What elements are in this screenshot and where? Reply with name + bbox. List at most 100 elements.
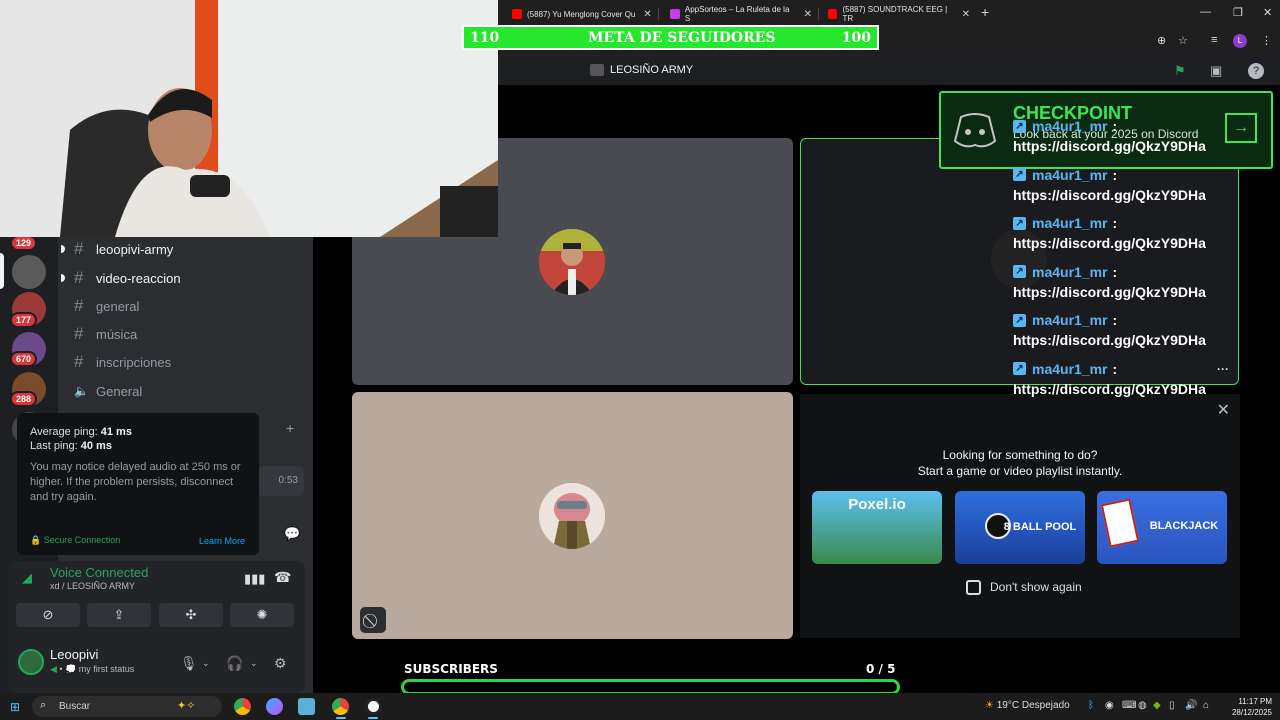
tray-app-icon[interactable]: ◍: [1138, 700, 1147, 711]
chevron-down-icon[interactable]: ⌄: [202, 658, 210, 669]
browser-menu-icon[interactable]: ⋮: [1261, 34, 1272, 47]
server-icon[interactable]: [12, 255, 46, 289]
obs-icon[interactable]: [365, 698, 382, 715]
activity-prompt-title: Looking for something to do?: [942, 448, 1098, 462]
file-app-icon[interactable]: [298, 698, 315, 715]
channel-musica[interactable]: # música: [74, 323, 137, 345]
gear-icon[interactable]: ⚙: [274, 655, 287, 672]
activity-icon[interactable]: 💬: [284, 526, 300, 542]
tab-divider: [658, 8, 659, 20]
tab-close-icon[interactable]: ✕: [804, 9, 812, 20]
tab-close-icon[interactable]: ✕: [643, 9, 651, 20]
user-custom-status[interactable]: ◀ • 💭 my first status: [50, 664, 134, 675]
bookmark-star-icon[interactable]: ☆: [1178, 34, 1188, 47]
search-placeholder: Buscar: [59, 701, 91, 712]
screen-share-button[interactable]: ⇪: [87, 603, 151, 627]
voice-status[interactable]: Voice Connected: [50, 565, 148, 580]
close-window-button[interactable]: ✕: [1263, 6, 1272, 19]
learn-more-link[interactable]: Learn More: [199, 536, 245, 546]
help-icon[interactable]: ?: [1248, 63, 1264, 79]
noise-suppression-icon[interactable]: ▮▮▮: [244, 571, 265, 587]
tab-title: (5887) SOUNDTRACK EEG | TR: [842, 5, 948, 23]
chrome-profile-icon[interactable]: [332, 698, 349, 715]
tray-app-icon[interactable]: ◉: [1105, 700, 1114, 711]
restore-button[interactable]: ❐: [1233, 6, 1243, 19]
goal-title: META DE SEGUIDORES: [588, 30, 776, 46]
participant-tile-3[interactable]: ⃠: [352, 392, 793, 639]
search-icon: ⌕: [40, 699, 47, 711]
create-channel-icon[interactable]: +: [286, 420, 294, 436]
browser-tab-1[interactable]: (5887) Yu Menglong Cover Qu ✕: [504, 3, 662, 25]
camera-off-icon[interactable]: ⃠: [360, 607, 386, 633]
mention-badge: 129: [10, 235, 38, 251]
speaker-icon: 🔈: [74, 384, 89, 398]
bluetooth-icon[interactable]: ᛒ: [1088, 700, 1094, 711]
game-card-blackjack[interactable]: BLACKJACK: [1097, 491, 1227, 564]
webcam-feed: [0, 0, 498, 237]
chevron-down-icon[interactable]: ⌄: [250, 658, 258, 669]
taskbar-search[interactable]: ⌕ Buscar ✦✧: [32, 696, 222, 717]
windows-start-icon[interactable]: ⊞: [10, 700, 20, 714]
user-badge-icon: ↗: [1013, 216, 1026, 230]
browser-tab-3[interactable]: (5887) SOUNDTRACK EEG | TR ✕: [820, 3, 978, 25]
user-badge-icon: ↗: [1013, 168, 1026, 181]
taskbar-clock[interactable]: 11:17 PM 28/12/2025: [1224, 696, 1272, 718]
user-avatar[interactable]: [18, 649, 44, 675]
new-tab-button[interactable]: +: [981, 4, 989, 20]
discord-voice-header: LEOSIÑO ARMY ⚑ ▣ ?: [498, 57, 1280, 85]
tab-close-icon[interactable]: ✕: [962, 9, 970, 20]
activities-button[interactable]: ✣: [159, 603, 223, 627]
chat-colon: :: [1112, 360, 1118, 377]
username[interactable]: Leoopivi: [50, 647, 98, 662]
stream-chat-overlay: ↗ ma4ur1_mr: https://discord.gg/QkzY9DHa …: [1013, 118, 1273, 409]
dont-show-again-label[interactable]: Don't show again: [990, 580, 1082, 594]
zoom-icon[interactable]: ⊕: [1157, 34, 1166, 47]
channel-video-reaccion[interactable]: # video-reaccion: [61, 267, 181, 289]
dont-show-again-checkbox[interactable]: [966, 580, 981, 595]
channel-inscripciones[interactable]: # inscripciones: [74, 351, 171, 373]
inbox-icon[interactable]: ▣: [1210, 63, 1222, 79]
flag-icon[interactable]: ⚑: [1174, 63, 1186, 79]
disconnect-icon[interactable]: ☎: [274, 569, 291, 586]
search-highlight-icon: ✦✧: [177, 700, 196, 712]
user-badge-icon: ↗: [1013, 313, 1026, 327]
camera-button[interactable]: ⊘: [16, 603, 80, 627]
channel-general[interactable]: # general: [74, 295, 139, 317]
channel-name: leoopivi-army: [96, 241, 174, 257]
language-icon[interactable]: ⌂: [1203, 700, 1209, 711]
copilot-icon[interactable]: [266, 698, 283, 715]
clock-time: 11:17 PM: [1238, 697, 1272, 706]
latency-warning: You may notice delayed audio at 250 ms o…: [30, 461, 241, 503]
chat-username: ma4ur1_mr: [1032, 360, 1108, 377]
tray-app-icon[interactable]: ⌨: [1122, 700, 1136, 711]
more-options-icon[interactable]: ···: [1217, 362, 1229, 376]
microphone-icon[interactable]: 🎙: [180, 655, 198, 672]
headphones-icon[interactable]: 🎧: [226, 655, 243, 672]
server-name: LEOSIÑO ARMY: [610, 64, 694, 76]
nvidia-icon[interactable]: ◆: [1153, 700, 1161, 711]
soundboard-button[interactable]: ✺: [230, 603, 294, 627]
channel-leoopivi-army[interactable]: # leoopivi-army: [61, 238, 174, 260]
game-card-8ball-pool[interactable]: 8 BALL POOL: [955, 491, 1085, 564]
game-card-poxel[interactable]: Poxel.io: [812, 491, 942, 564]
browser-tab-2[interactable]: AppSorteos – La Ruleta de la S ✕: [662, 3, 820, 25]
battery-icon[interactable]: ▯: [1169, 700, 1175, 711]
chat-username: ma4ur1_mr: [1032, 263, 1108, 280]
card-icon: [1100, 498, 1140, 548]
volume-icon[interactable]: 🔊: [1185, 700, 1197, 711]
follower-goal-bar: 110 META DE SEGUIDORES 100: [462, 25, 879, 50]
profile-avatar[interactable]: L: [1233, 34, 1247, 48]
channel-name: video-reaccion: [96, 270, 181, 286]
signal-icon[interactable]: ◢: [22, 570, 32, 586]
weather-text: Despejado: [1021, 700, 1070, 711]
weather-widget[interactable]: ☀ 19°C Despejado: [985, 700, 1070, 711]
last-ping-value: 40 ms: [80, 440, 112, 452]
chrome-icon[interactable]: [234, 698, 251, 715]
voice-location[interactable]: xd / LEOSIÑO ARMY: [50, 581, 135, 591]
minimize-button[interactable]: —: [1200, 6, 1211, 18]
channel-voice-general[interactable]: 🔈 General: [74, 380, 142, 402]
media-control-icon[interactable]: ≡: [1211, 34, 1217, 46]
running-indicator: [368, 717, 378, 719]
channel-name: música: [96, 326, 138, 342]
user-badge-icon: ↗: [1013, 362, 1026, 375]
